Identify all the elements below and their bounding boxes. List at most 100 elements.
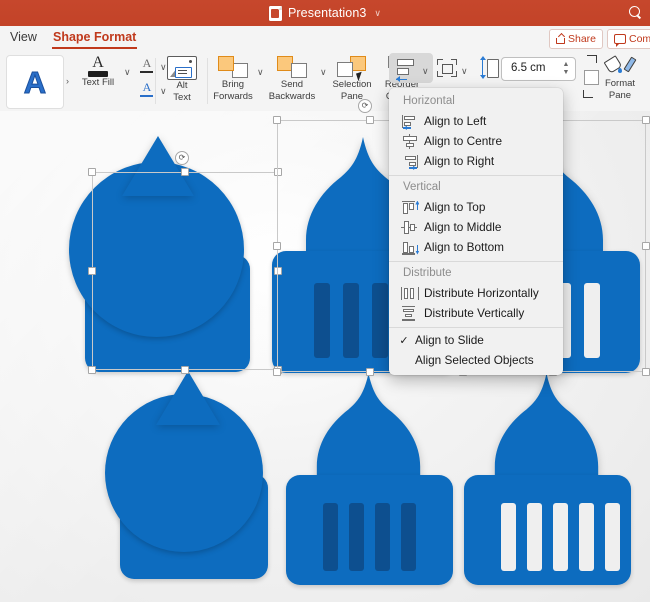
send-backwards-chevron-down-icon[interactable]: ∨: [320, 67, 327, 78]
text-effects-button[interactable]: A: [137, 81, 157, 99]
menu-label-distribute-horizontally: Distribute Horizontally: [424, 286, 539, 300]
selection-frame-1: [92, 172, 278, 370]
resize-handle-sw-2[interactable]: [273, 368, 281, 376]
menu-item-align-to-right[interactable]: Align to Right: [389, 151, 563, 171]
resize-handle-n-1[interactable]: [181, 168, 189, 176]
bring-forwards-label-2: Forwards: [213, 90, 253, 102]
document-title-chip[interactable]: Presentation3 ∨: [268, 5, 381, 21]
menu-group-title-vertical: Vertical: [403, 181, 441, 193]
shape-height-input[interactable]: 6.5 cm ▲ ▼: [501, 57, 576, 81]
align-middle-icon: [401, 220, 419, 235]
group-chevron-down-icon[interactable]: ∨: [461, 66, 468, 77]
resize-handle-n-2[interactable]: [366, 116, 374, 124]
align-top-icon: [401, 200, 420, 215]
resize-handle-e-3[interactable]: [642, 242, 650, 250]
menu-item-align-to-top[interactable]: Align to Top: [389, 197, 563, 217]
resize-handle-s-2[interactable]: [366, 368, 374, 376]
alt-text-label-2: Text: [173, 91, 191, 103]
menu-item-distribute-vertically[interactable]: Distribute Vertically: [389, 303, 563, 323]
text-fill-icon: A: [85, 55, 111, 77]
menu-label-align-to-bottom: Align to Bottom: [424, 240, 504, 254]
send-backwards-button[interactable]: Send Backwards: [265, 56, 319, 102]
tab-shape-format[interactable]: Shape Format: [51, 30, 138, 49]
shape-height-icon: [478, 56, 499, 79]
text-outline-icon: A: [137, 57, 157, 75]
menu-label-align-to-right: Align to Right: [424, 154, 495, 168]
shape-height-value: 6.5 cm: [511, 62, 546, 74]
align-right-icon: [401, 154, 419, 170]
distribute-horizontal-icon: [401, 286, 419, 301]
menu-divider-3: [389, 327, 563, 328]
menu-divider-2: [389, 261, 563, 262]
menu-item-align-to-bottom[interactable]: Align to Bottom: [389, 237, 563, 257]
align-centre-icon: [401, 133, 419, 149]
tab-view[interactable]: View: [10, 30, 37, 44]
share-icon: [556, 35, 565, 44]
format-pane-label-1: Format: [604, 78, 636, 89]
wordart-gallery-expand-icon[interactable]: ›: [66, 76, 69, 86]
format-pane-label-2: Pane: [608, 89, 632, 101]
menu-item-distribute-horizontally[interactable]: Distribute Horizontally: [389, 283, 563, 303]
rotate-handle-2[interactable]: ⟳: [358, 99, 372, 113]
distribute-vertical-icon: [401, 305, 419, 321]
align-dropdown-menu[interactable]: Horizontal Align to Left Align to Centre: [389, 88, 563, 375]
group-objects-icon: [436, 58, 458, 78]
resize-handle-nw-1[interactable]: [88, 168, 96, 176]
resize-handle-nw-2[interactable]: [273, 116, 281, 124]
menu-group-title-distribute: Distribute: [403, 267, 452, 279]
menu-item-align-to-slide[interactable]: ✓ Align to Slide: [389, 330, 563, 350]
menu-group-title-horizontal: Horizontal: [403, 95, 455, 107]
text-fill-chevron-down-icon[interactable]: ∨: [124, 67, 131, 78]
comments-button[interactable]: Com: [607, 29, 650, 49]
comments-label: Com: [629, 33, 650, 45]
format-pane-button[interactable]: Format Pane: [592, 55, 648, 101]
resize-handle-w-2[interactable]: [273, 242, 281, 250]
format-pane-icon: [603, 55, 637, 78]
send-backwards-label-2: Backwards: [268, 90, 316, 102]
resize-handle-w-1[interactable]: [88, 267, 96, 275]
menu-label-distribute-vertically: Distribute Vertically: [424, 306, 525, 320]
align-to-slide-check-icon: ✓: [399, 334, 409, 347]
selection-pane-label-1: Selection: [332, 79, 372, 90]
send-backwards-label-1: Send: [280, 79, 304, 90]
alt-text-button[interactable]: Alt Text: [161, 56, 203, 103]
alt-text-label-1: Alt: [176, 80, 188, 91]
wordart-preview-glyph: A: [23, 64, 47, 100]
menu-label-align-to-left: Align to Left: [424, 114, 487, 128]
share-button[interactable]: Share: [549, 29, 604, 49]
align-bottom-icon: [401, 240, 420, 255]
bring-forwards-chevron-down-icon[interactable]: ∨: [257, 67, 264, 78]
resize-handle-se-3[interactable]: [642, 368, 650, 376]
menu-label-align-to-slide: Align to Slide: [415, 333, 484, 347]
selection-pane-button[interactable]: Selection Pane: [327, 56, 377, 102]
powerpoint-file-icon: [268, 5, 282, 21]
ribbon-tab-bar: View Shape Format Share Com: [0, 26, 650, 52]
text-outline-button[interactable]: A: [137, 57, 157, 75]
menu-item-align-to-left[interactable]: Align to Left: [389, 111, 563, 131]
menu-item-align-selected-objects[interactable]: Align Selected Objects: [389, 350, 563, 370]
document-title: Presentation3: [287, 6, 367, 20]
search-icon[interactable]: [628, 5, 643, 20]
document-menu-chevron-down-icon[interactable]: ∨: [374, 8, 381, 19]
menu-item-align-to-centre[interactable]: Align to Centre: [389, 131, 563, 151]
resize-handle-sw-1[interactable]: [88, 366, 96, 374]
wordart-styles-gallery[interactable]: A: [6, 55, 64, 109]
group-objects-button[interactable]: [436, 58, 458, 78]
align-objects-icon: [395, 58, 417, 84]
resize-handle-s-1[interactable]: [181, 366, 189, 374]
rotate-handle-1[interactable]: ⟳: [175, 151, 189, 165]
capitol-spire-4-icon: [156, 371, 220, 425]
bring-forwards-label-1: Bring: [221, 79, 245, 90]
shape-height-stepper[interactable]: ▲ ▼: [562, 61, 570, 77]
share-label: Share: [568, 33, 597, 45]
align-chevron-down-icon[interactable]: ∨: [422, 66, 429, 77]
height-step-down-icon[interactable]: ▼: [562, 69, 570, 77]
powerpoint-window: Presentation3 ∨ View Shape Format Share …: [0, 0, 650, 602]
menu-item-align-to-middle[interactable]: Align to Middle: [389, 217, 563, 237]
resize-handle-ne-3[interactable]: [642, 116, 650, 124]
text-fill-button[interactable]: A Text Fill: [74, 55, 122, 89]
bring-forwards-button[interactable]: Bring Forwards: [210, 56, 256, 102]
align-left-icon: [401, 114, 419, 130]
height-step-up-icon[interactable]: ▲: [562, 61, 570, 69]
menu-label-align-selected-objects: Align Selected Objects: [415, 353, 534, 367]
